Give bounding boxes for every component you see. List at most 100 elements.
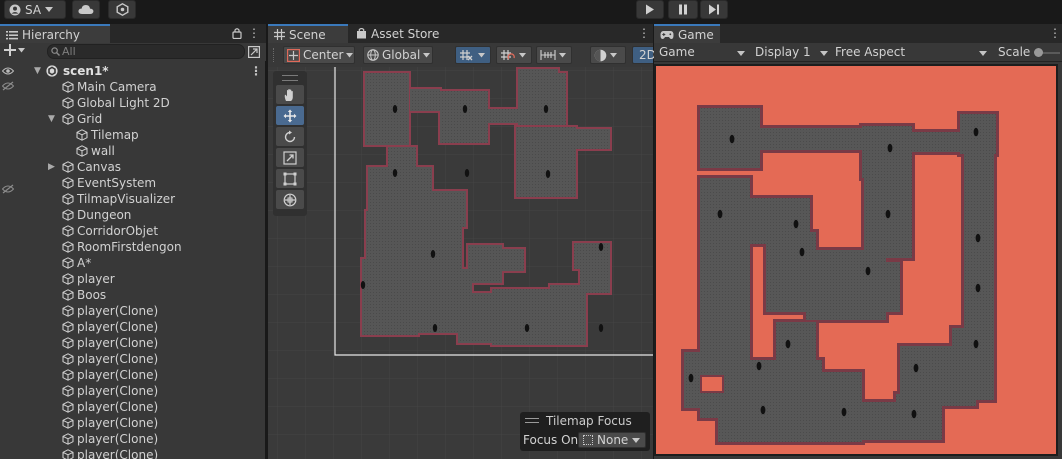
eye-icon[interactable] (2, 66, 14, 76)
tab-asset-store[interactable]: Asset Store (350, 24, 450, 43)
collab-button[interactable] (108, 0, 136, 19)
hierarchy-item[interactable]: player(Clone) (0, 351, 266, 367)
gameobject-cube-icon (62, 193, 74, 205)
hierarchy-item[interactable]: ▶ Canvas (0, 159, 266, 175)
gameobject-cube-icon (62, 289, 74, 301)
gameobject-cube-icon (62, 81, 74, 93)
expand-arrow-icon[interactable]: ▼ (34, 63, 41, 79)
collapse-arrow-icon[interactable]: ▶ (48, 159, 55, 175)
hierarchy-toolbar: All (0, 43, 266, 61)
hierarchy-item[interactable]: CorridorObjet (0, 223, 266, 239)
tab-scene[interactable]: Scene (268, 24, 348, 43)
cloud-button[interactable] (72, 0, 100, 19)
floor-tile-block (516, 127, 576, 197)
aspect-dropdown[interactable]: Free Aspect (835, 44, 989, 61)
tab-hierarchy[interactable]: Hierarchy (0, 24, 110, 43)
scene-canvas[interactable] (268, 67, 653, 459)
display-dropdown[interactable]: Display 1 (755, 44, 829, 61)
unit-marker (799, 247, 805, 257)
hierarchy-item[interactable]: player (0, 271, 266, 287)
align-tools-toggle[interactable] (536, 46, 572, 64)
pause-button[interactable] (668, 0, 698, 19)
chevron-down-icon (632, 438, 640, 443)
hierarchy-item[interactable]: player(Clone) (0, 367, 266, 383)
hierarchy-item[interactable]: ▼ Grid (0, 111, 266, 127)
move-tool-button[interactable] (276, 106, 304, 125)
game-menu-button[interactable]: ⋮ (1049, 25, 1061, 41)
hierarchy-item[interactable]: player(Clone) (0, 335, 266, 351)
hierarchy-item[interactable]: wall (0, 143, 266, 159)
gameobject-cube-icon (62, 97, 74, 109)
rotate-tool-button[interactable] (276, 127, 304, 146)
draw-mode-dropdown[interactable] (590, 46, 626, 64)
hierarchy-item[interactable]: A* (0, 255, 266, 271)
floor-tile-block (720, 242, 742, 318)
scale-slider[interactable] (1034, 48, 1060, 57)
tab-game-label: Game (678, 27, 714, 42)
transform-tool-button[interactable] (276, 190, 304, 209)
gameobject-cube-icon (76, 145, 88, 157)
2d-mode-toggle[interactable]: 2D (632, 46, 656, 64)
hierarchy-item[interactable]: player(Clone) (0, 447, 266, 459)
chevron-down-icon (820, 51, 828, 56)
chevron-down-icon (478, 52, 485, 58)
account-dropdown[interactable]: SA (4, 0, 66, 19)
scene-menu-button[interactable]: ⋮ (638, 25, 650, 41)
scale-icon (283, 150, 297, 165)
gameobject-cube-icon (62, 241, 74, 253)
floor-tile-block (846, 262, 900, 312)
chevron-down-icon (18, 47, 25, 53)
scene-viewport[interactable]: Tilemap Focus Focus On None (268, 67, 653, 459)
hierarchy-item-label: CorridorObjet (77, 224, 159, 238)
hierarchy-item[interactable]: player(Clone) (0, 415, 266, 431)
chevron-down-icon (610, 52, 617, 58)
lock-icon[interactable] (232, 27, 242, 39)
hierarchy-item[interactable]: Tilemap (0, 127, 266, 143)
slider-thumb[interactable] (1034, 48, 1043, 57)
hierarchy-item[interactable]: player(Clone) (0, 431, 266, 447)
hierarchy-item[interactable]: EventSystem (0, 175, 266, 191)
space-dropdown[interactable]: Global (363, 46, 433, 64)
transform-tools-palette (273, 71, 307, 216)
expand-arrow-icon[interactable]: ▼ (48, 111, 55, 127)
unit-marker (756, 361, 762, 371)
list-icon (6, 30, 18, 40)
hierarchy-item[interactable]: Global Light 2D (0, 95, 266, 111)
hand-tool-button[interactable] (276, 85, 304, 104)
hierarchy-item[interactable]: Main Camera (0, 79, 266, 95)
scene-visibility-toggle-icon[interactable] (248, 46, 260, 58)
pause-icon (678, 4, 688, 15)
game-view-dropdown[interactable]: Game (659, 44, 745, 61)
step-button[interactable] (700, 0, 728, 19)
search-input[interactable]: All (47, 44, 245, 59)
gamepad-icon (660, 30, 674, 40)
hierarchy-item[interactable]: player(Clone) (0, 383, 266, 399)
incremental-snap-toggle[interactable] (496, 46, 532, 64)
hierarchy-item[interactable]: player(Clone) (0, 319, 266, 335)
hierarchy-item[interactable]: player(Clone) (0, 399, 266, 415)
unit-marker (973, 339, 979, 349)
gameobject-cube-icon (62, 321, 74, 333)
pivot-dropdown[interactable]: Center (283, 46, 355, 64)
floor-tile-block (394, 191, 466, 227)
hierarchy-menu-button[interactable]: ⋮ (248, 25, 260, 41)
hierarchy-item[interactable]: player(Clone) (0, 303, 266, 319)
unit-marker (430, 250, 436, 258)
scale-tool-button[interactable] (276, 148, 304, 167)
step-icon (708, 4, 720, 15)
hierarchy-item[interactable]: RoomFirstdengon (0, 239, 266, 255)
grid-icon (274, 29, 285, 40)
gameobject-cube-icon (62, 401, 74, 413)
hierarchy-item[interactable]: TilmapVisualizer (0, 191, 266, 207)
add-button[interactable] (4, 44, 25, 56)
game-viewport[interactable] (654, 64, 1058, 456)
play-button[interactable] (636, 0, 664, 19)
focus-on-dropdown[interactable]: None (578, 432, 646, 448)
scene-menu-button[interactable]: ⋮ (250, 63, 262, 79)
hierarchy-item[interactable]: Dungeon (0, 207, 266, 223)
rect-tool-button[interactable] (276, 169, 304, 188)
scene-root-row[interactable]: ▼ scen1* ⋮ (0, 63, 266, 79)
tab-game[interactable]: Game (654, 24, 720, 43)
grid-snap-toggle[interactable] (455, 46, 491, 64)
hierarchy-item[interactable]: Boos (0, 287, 266, 303)
